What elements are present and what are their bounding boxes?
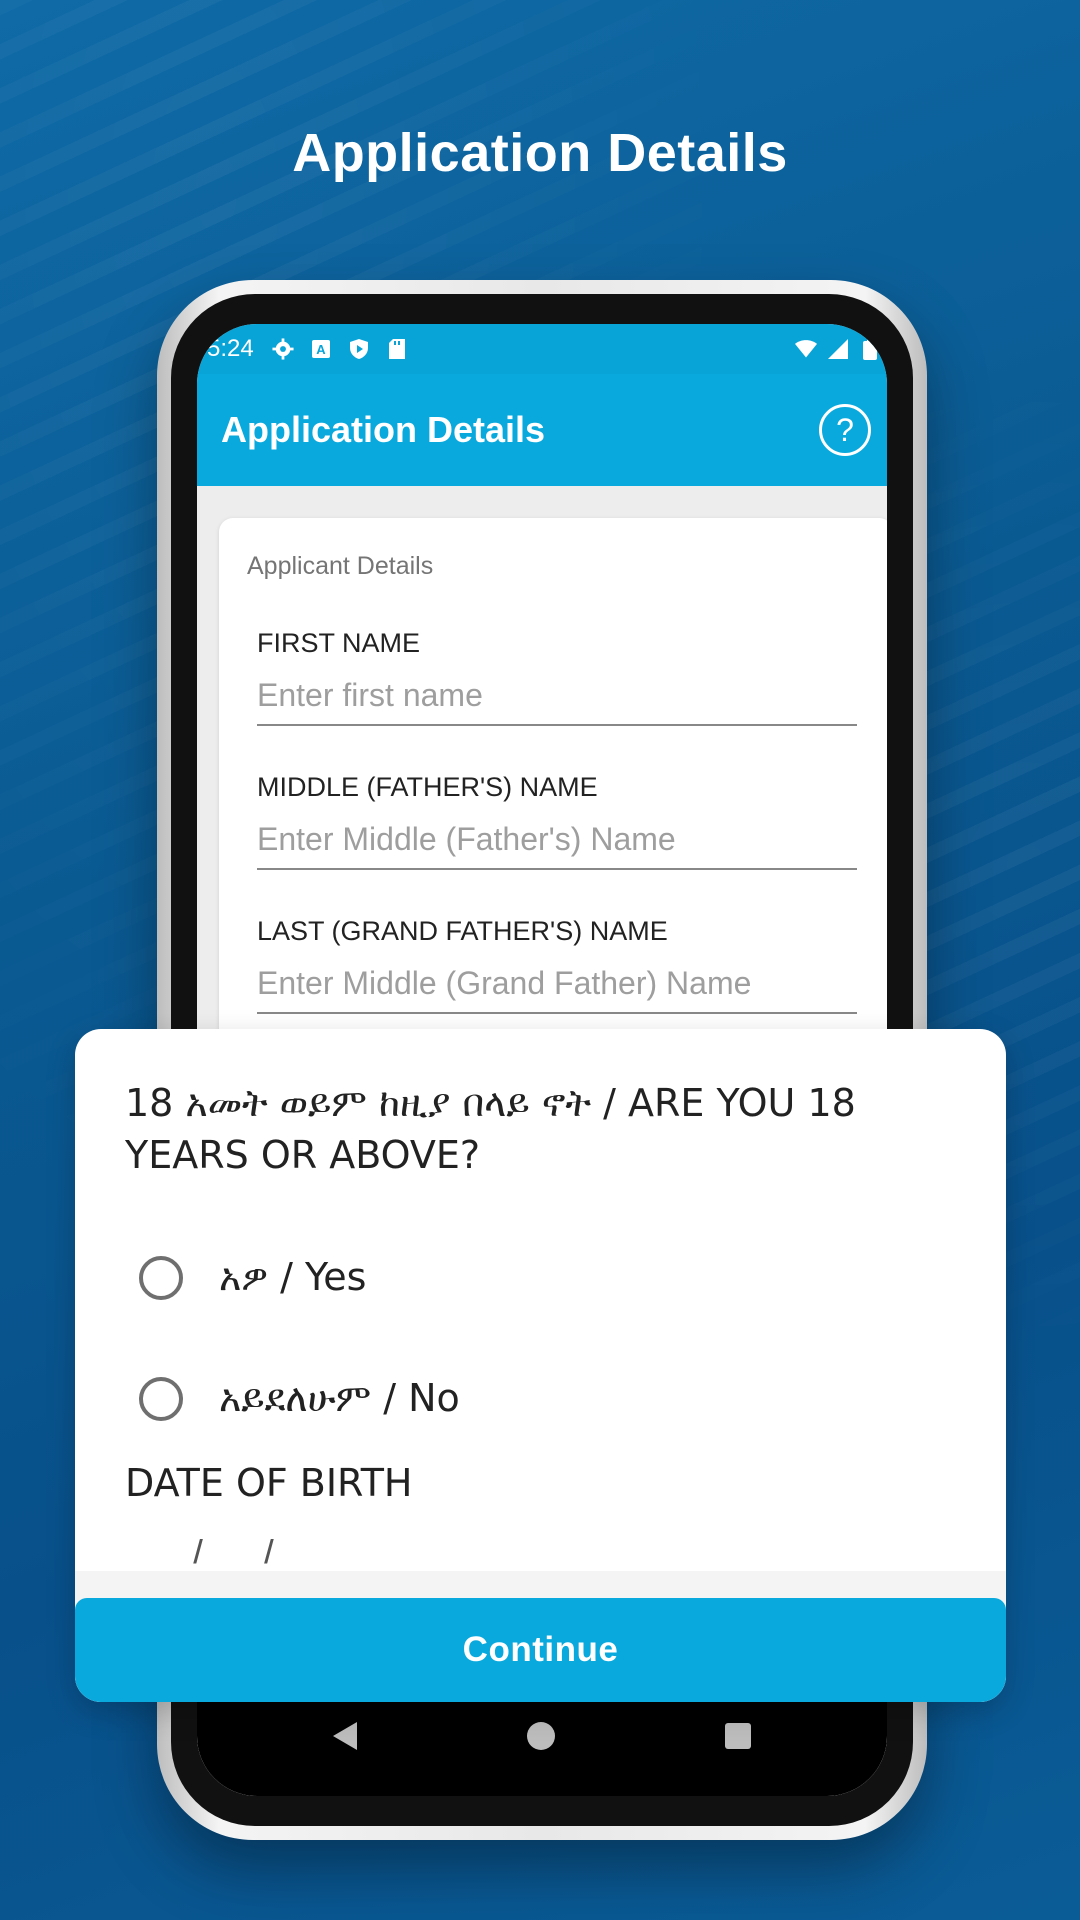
no-option-label[interactable]: አይደለሁም / No: [219, 1376, 460, 1421]
date-of-birth-label: DATE OF BIRTH: [125, 1461, 413, 1505]
no-radio-button[interactable]: [139, 1376, 183, 1421]
continue-button[interactable]: Continue: [75, 1598, 1006, 1702]
battery-icon: [859, 338, 881, 360]
middle-name-input[interactable]: [257, 821, 857, 870]
yes-radio-button[interactable]: [139, 1255, 183, 1300]
card-title: Applicant Details: [247, 552, 434, 580]
first-name-field: FIRST NAME: [257, 628, 857, 726]
app-bar: Application Details ?: [197, 374, 887, 486]
option-yes[interactable]: አዎ / Yes: [139, 1255, 366, 1300]
first-name-label: FIRST NAME: [257, 628, 421, 658]
date-of-birth-input[interactable]: __/__/____: [139, 1539, 389, 1565]
gear-icon: [272, 338, 294, 360]
last-name-input[interactable]: [257, 965, 857, 1014]
shield-icon: [348, 338, 370, 360]
yes-option-label[interactable]: አዎ / Yes: [219, 1255, 366, 1300]
help-button[interactable]: ?: [819, 404, 871, 456]
status-time: 5:24: [207, 335, 254, 362]
option-no[interactable]: አይደለሁም / No: [139, 1376, 460, 1421]
sd-card-icon: [386, 338, 408, 360]
recent-apps-icon[interactable]: [725, 1723, 751, 1749]
home-icon[interactable]: [527, 1722, 555, 1750]
age-question: 18 አመት ወይም ከዚያ በላይ ኖት / ARE YOU 18 YEARS…: [125, 1081, 856, 1177]
font-a-icon: A: [310, 338, 332, 360]
last-name-field: LAST (GRAND FATHER'S) NAME: [257, 916, 857, 1014]
back-icon[interactable]: [333, 1722, 357, 1750]
middle-name-field: MIDDLE (FATHER'S) NAME: [257, 772, 857, 870]
app-bar-title: Application Details: [221, 409, 546, 450]
middle-name-label: MIDDLE (FATHER'S) NAME: [257, 772, 598, 802]
svg-text:A: A: [316, 342, 326, 357]
wifi-icon: [795, 338, 817, 360]
last-name-label: LAST (GRAND FATHER'S) NAME: [257, 916, 668, 946]
signal-icon: [827, 338, 849, 360]
first-name-input[interactable]: [257, 677, 857, 726]
status-bar: 5:24 A: [197, 324, 887, 374]
page-headline: Application Details: [292, 123, 788, 183]
